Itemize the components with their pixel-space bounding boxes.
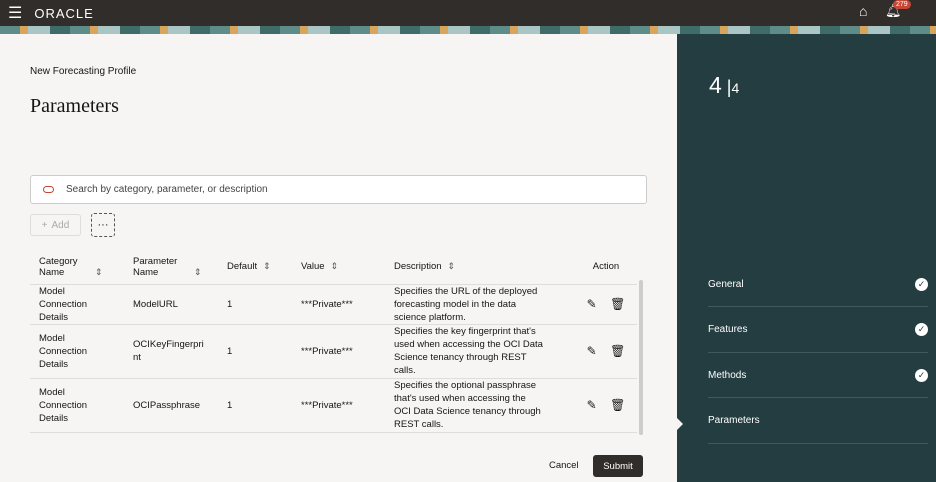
description-text: Specifies the URL of the deployed foreca… xyxy=(394,285,538,323)
parameter-text: OCIPassphrase xyxy=(133,399,201,411)
hamburger-icon[interactable]: ☰ xyxy=(8,3,22,23)
edit-icon[interactable]: ✎ xyxy=(587,344,597,358)
column-header-action: Action xyxy=(566,250,637,285)
column-header-description[interactable]: Description ⇕ xyxy=(385,250,566,285)
header-label: Value xyxy=(301,261,325,273)
cell-default: 1 xyxy=(218,378,292,433)
delete-icon[interactable]: 🗑︎ xyxy=(610,297,625,311)
cell-description: Specifies the key fingerprint that's use… xyxy=(385,324,566,379)
cell-default: 1 xyxy=(218,284,292,325)
current-step-indicator xyxy=(677,418,689,430)
add-label: Add xyxy=(51,219,70,231)
step-label: Features xyxy=(708,324,748,335)
cell-default: 1 xyxy=(218,324,292,379)
column-header-parameter[interactable]: Parameter Name ⇕ xyxy=(124,250,218,285)
cancel-button[interactable]: Cancel xyxy=(549,460,579,471)
cell-value: ***Private*** xyxy=(292,378,385,433)
oracle-logo[interactable]: ORACLE xyxy=(34,6,93,21)
cell-category: Model Connection Details xyxy=(30,284,124,325)
sidebar-step-parameters[interactable]: Parameters xyxy=(708,399,928,444)
cell-action: ✎ 🗑︎ xyxy=(566,284,637,325)
parameter-text: OCIKeyFingerprint xyxy=(133,339,204,363)
cell-parameter: OCIPassphrase xyxy=(124,378,218,433)
cell-description: Specifies the optional passphrase that's… xyxy=(385,378,566,433)
header-label: Parameter Name xyxy=(133,255,178,278)
step-label: Parameters xyxy=(708,415,760,426)
category-text: Model Connection Details xyxy=(39,285,88,323)
banner xyxy=(0,26,936,34)
step-label: General xyxy=(708,278,744,290)
check-icon: ✓ xyxy=(915,277,928,291)
cell-action: ✎ 🗑︎ xyxy=(566,324,637,379)
category-text: Model Connection Details xyxy=(39,332,88,370)
edit-icon[interactable]: ✎ xyxy=(587,398,597,412)
cell-category: Model Connection Details xyxy=(30,378,124,433)
sidebar-step-general[interactable]: General ✓ xyxy=(708,262,928,307)
page-subtitle: New Forecasting Profile xyxy=(30,66,137,77)
search-placeholder: Search by category, parameter, or descri… xyxy=(66,184,268,195)
top-bar: ☰ ORACLE ⌂ 🔔︎ 279 xyxy=(0,0,936,26)
sort-icon[interactable]: ⇕ xyxy=(194,267,202,277)
header-label: Description xyxy=(394,261,442,273)
page-title: Parameters xyxy=(30,95,119,117)
parameters-table: Category Name ⇕ Parameter Name ⇕ Default ⇕ … xyxy=(30,250,637,433)
submit-button[interactable]: Submit xyxy=(593,455,643,477)
cell-value: ***Private*** xyxy=(292,284,385,325)
description-text: Specifies the optional passphrase that's… xyxy=(394,380,541,430)
sort-icon[interactable]: ⇕ xyxy=(95,267,103,277)
sort-icon[interactable]: ⇕ xyxy=(448,261,456,271)
parameter-text: ModelURL xyxy=(133,298,178,310)
header-label: Category Name xyxy=(39,255,78,278)
cell-parameter: OCIKeyFingerprint xyxy=(124,324,218,379)
sort-icon[interactable]: ⇕ xyxy=(263,261,271,271)
header-label: Default xyxy=(227,261,258,273)
sidebar-step-methods[interactable]: Methods ✓ xyxy=(708,353,928,398)
cell-value: ***Private*** xyxy=(292,324,385,379)
step-total: 4 xyxy=(731,80,740,96)
table-row[interactable]: Model Connection Details OCIPassphrase 1… xyxy=(30,378,637,433)
cell-category: Model Connection Details xyxy=(30,324,124,379)
delete-icon[interactable]: 🗑︎ xyxy=(610,344,625,358)
cell-action: ✎ 🗑︎ xyxy=(566,378,637,433)
add-button[interactable]: + Add xyxy=(30,214,81,236)
edit-icon[interactable]: ✎ xyxy=(587,297,597,311)
table-row[interactable]: Model Connection Details ModelURL 1 ***P… xyxy=(30,284,637,325)
step-counter: 4 |4 xyxy=(709,72,740,98)
search-input[interactable]: Search by category, parameter, or descri… xyxy=(30,175,647,204)
check-icon: ✓ xyxy=(915,323,928,336)
column-header-value[interactable]: Value ⇕ xyxy=(292,250,385,285)
check-icon: ✓ xyxy=(915,368,928,382)
sidebar-step-features[interactable]: Features ✓ xyxy=(708,308,928,353)
column-header-category[interactable]: Category Name ⇕ xyxy=(30,250,124,285)
search-icon xyxy=(43,186,54,193)
more-actions-button[interactable]: ··· xyxy=(91,213,115,237)
column-header-default[interactable]: Default ⇕ xyxy=(218,250,292,285)
table-row[interactable]: Model Connection Details OCIKeyFingerpri… xyxy=(30,324,637,379)
home-icon[interactable]: ⌂ xyxy=(859,3,867,19)
step-current: 4 xyxy=(709,72,722,98)
cell-description: Specifies the URL of the deployed foreca… xyxy=(385,284,566,325)
category-text: Model Connection Details xyxy=(39,386,88,424)
delete-icon[interactable]: 🗑︎ xyxy=(610,398,625,412)
sort-icon[interactable]: ⇕ xyxy=(331,261,339,271)
step-label: Methods xyxy=(708,369,747,381)
notification-badge: 279 xyxy=(893,0,911,9)
cell-parameter: ModelURL xyxy=(124,284,218,325)
description-text: Specifies the key fingerprint that's use… xyxy=(394,326,543,376)
table-scrollbar[interactable] xyxy=(639,280,643,435)
progress-sidebar: 4 |4 General ✓ Features ✓ Methods ✓ Parameters xyxy=(677,34,936,482)
plus-icon: + xyxy=(41,219,48,231)
